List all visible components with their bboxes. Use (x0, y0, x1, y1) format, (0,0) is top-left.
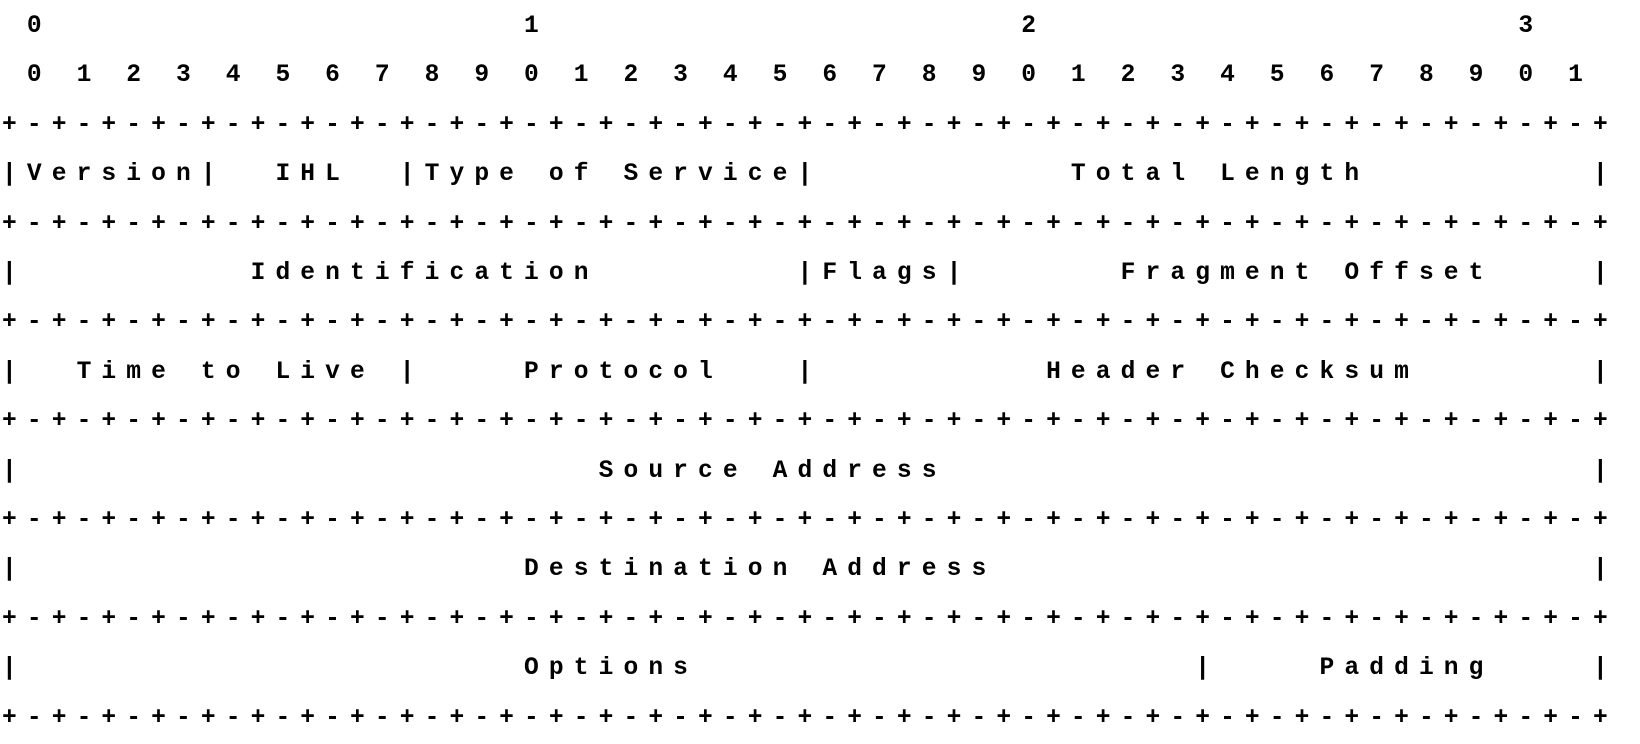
bit-ruler-ones: 0 1 2 3 4 5 6 7 8 9 0 1 2 3 4 5 6 7 8 9 … (2, 62, 1593, 89)
separator: +-+-+-+-+-+-+-+-+-+-+-+-+-+-+-+-+-+-+-+-… (2, 606, 1618, 633)
separator: +-+-+-+-+-+-+-+-+-+-+-+-+-+-+-+-+-+-+-+-… (2, 112, 1618, 139)
separator: +-+-+-+-+-+-+-+-+-+-+-+-+-+-+-+-+-+-+-+-… (2, 705, 1618, 732)
separator: +-+-+-+-+-+-+-+-+-+-+-+-+-+-+-+-+-+-+-+-… (2, 408, 1618, 435)
row-version-ihl-tos-length: |Version| IHL |Type of Service| Total Le… (2, 161, 1618, 188)
separator: +-+-+-+-+-+-+-+-+-+-+-+-+-+-+-+-+-+-+-+-… (2, 507, 1618, 534)
separator: +-+-+-+-+-+-+-+-+-+-+-+-+-+-+-+-+-+-+-+-… (2, 211, 1618, 238)
row-options-padding: | Options | Padding | (2, 655, 1618, 682)
separator: +-+-+-+-+-+-+-+-+-+-+-+-+-+-+-+-+-+-+-+-… (2, 309, 1618, 336)
row-identification-flags-fragment: | Identification |Flags| Fragment Offset… (2, 260, 1618, 287)
row-source-address: | Source Address | (2, 458, 1618, 485)
bit-ruler-tens: 0 1 2 3 (2, 13, 1543, 40)
row-destination-address: | Destination Address | (2, 556, 1618, 583)
row-ttl-protocol-checksum: | Time to Live | Protocol | Header Check… (2, 359, 1618, 386)
ip-header-diagram: 0 1 2 3 0 1 2 3 4 5 6 7 8 9 0 1 2 3 4 5 … (0, 0, 1640, 743)
